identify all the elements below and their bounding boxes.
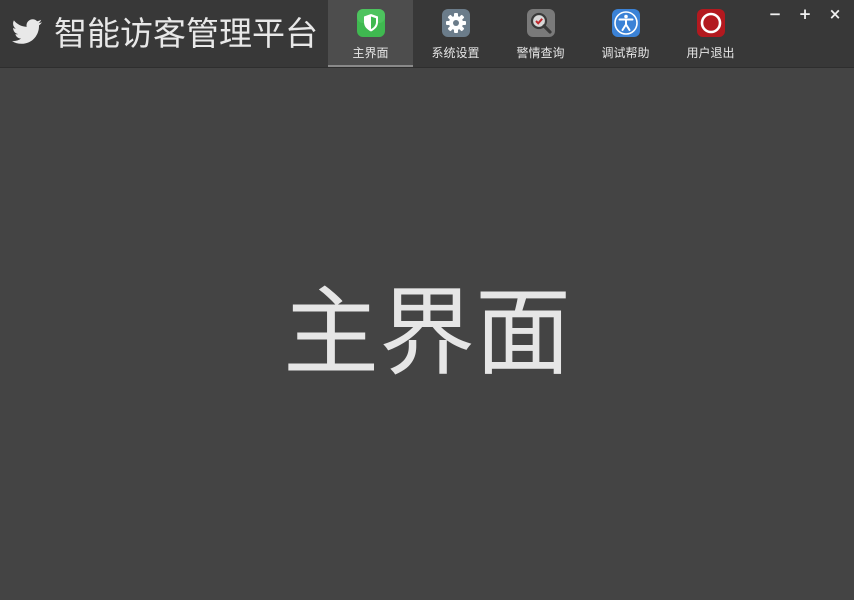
app-window: 智能访客管理平台 主界面 系统设置 警情查询 调试帮助 用户退出 − + × 主… <box>0 0 854 600</box>
search-alert-icon <box>526 8 556 38</box>
window-controls: − + × <box>760 4 850 24</box>
main-content: 主界面 <box>0 68 854 600</box>
nav-item-settings[interactable]: 系统设置 <box>413 0 498 67</box>
nav-label: 用户退出 <box>686 46 735 60</box>
maximize-button[interactable]: + <box>790 4 820 24</box>
bird-logo-icon <box>11 19 43 47</box>
nav-item-home[interactable]: 主界面 <box>328 0 413 67</box>
app-title: 智能访客管理平台 <box>54 14 318 53</box>
minimize-button[interactable]: − <box>760 4 790 24</box>
nav-label: 调试帮助 <box>601 46 650 60</box>
nav-label: 主界面 <box>352 46 389 60</box>
accessibility-icon <box>611 8 641 38</box>
nav-item-debug-help[interactable]: 调试帮助 <box>583 0 668 67</box>
close-button[interactable]: × <box>820 4 850 24</box>
power-icon <box>696 8 726 38</box>
nav-label: 系统设置 <box>431 46 480 60</box>
title-bar: 智能访客管理平台 主界面 系统设置 警情查询 调试帮助 用户退出 − + × <box>0 0 854 68</box>
page-title: 主界面 <box>283 277 571 389</box>
nav-item-alert-query[interactable]: 警情查询 <box>498 0 583 67</box>
nav-item-logout[interactable]: 用户退出 <box>668 0 753 67</box>
gear-icon <box>441 8 471 38</box>
nav-label: 警情查询 <box>516 46 565 60</box>
main-nav: 主界面 系统设置 警情查询 调试帮助 用户退出 <box>328 0 753 67</box>
shield-icon <box>356 8 386 38</box>
